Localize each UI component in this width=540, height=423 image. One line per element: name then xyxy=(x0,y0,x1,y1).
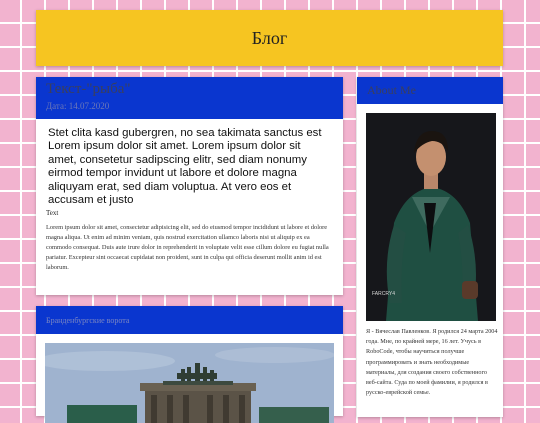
character-illustration: FARCRY4 xyxy=(366,113,496,321)
post-body-text: Lorem ipsum dolor sit amet, consectetur … xyxy=(46,224,329,272)
post-header: Бранденбургские ворота xyxy=(36,306,343,334)
author-portrait: FARCRY4 xyxy=(366,113,496,321)
brandenburg-gate-photo xyxy=(45,343,334,423)
post-text-label: Text xyxy=(46,209,59,218)
blog-title: Блог xyxy=(251,27,288,48)
gate-illustration xyxy=(45,343,334,423)
post-title[interactable]: Бранденбургские ворота xyxy=(46,316,129,325)
about-me-card: About Me FARCRY4 Я - Вячеслав Павленков.… xyxy=(357,77,503,417)
post-title[interactable]: Текст-"рыба" xyxy=(46,81,333,98)
post-card-brandenburg-gate: Бранденбургские ворота xyxy=(36,306,343,423)
post-header: Текст-"рыба" Дата: 14.07.2020 xyxy=(36,77,343,119)
about-header: About Me xyxy=(357,77,503,104)
portrait-watermark: FARCRY4 xyxy=(372,291,395,297)
post-lead-text: Stet clita kasd gubergren, no sea takima… xyxy=(48,127,322,207)
about-title: About Me xyxy=(367,83,416,97)
blog-header: Блог xyxy=(36,10,503,66)
post-card-fish-text: Текст-"рыба" Дата: 14.07.2020 Stet clita… xyxy=(36,77,343,295)
post-date: Дата: 14.07.2020 xyxy=(46,101,110,111)
about-bio-text: Я - Вячеслав Павленков. Я родился 24 мар… xyxy=(366,328,498,397)
